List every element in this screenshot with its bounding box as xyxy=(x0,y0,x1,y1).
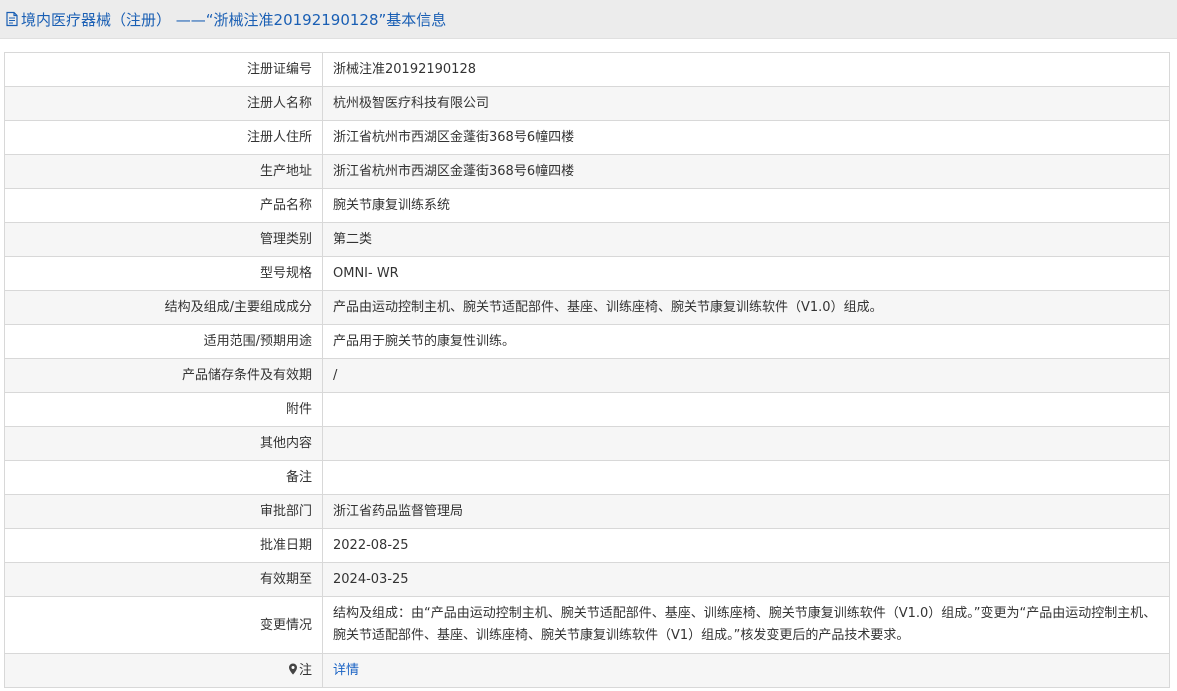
row-label: 适用范围/预期用途 xyxy=(4,324,323,359)
row-label: 附件 xyxy=(4,392,323,427)
table-row: 产品储存条件及有效期 / xyxy=(4,358,1170,393)
table-row: 生产地址 浙江省杭州市西湖区金蓬街368号6幢四楼 xyxy=(4,154,1170,189)
table-row-note: 注 详情 xyxy=(4,653,1170,688)
table-row: 批准日期 2022-08-25 xyxy=(4,528,1170,563)
table-row: 型号规格 OMNI- WR xyxy=(4,256,1170,291)
table-row: 注册证编号 浙械注准20192190128 xyxy=(4,52,1170,87)
document-icon xyxy=(4,11,20,27)
row-label: 结构及组成/主要组成成分 xyxy=(4,290,323,325)
row-label: 注册人住所 xyxy=(4,120,323,155)
row-value: 浙江省杭州市西湖区金蓬街368号6幢四楼 xyxy=(322,154,1170,189)
note-label-cell: 注 xyxy=(4,653,323,688)
page-header: 境内医疗器械（注册） ——“浙械注准20192190128”基本信息 xyxy=(0,0,1177,39)
row-label: 备注 xyxy=(4,460,323,495)
row-value: 2022-08-25 xyxy=(322,528,1170,563)
table-row: 附件 xyxy=(4,392,1170,427)
row-label: 注册证编号 xyxy=(4,52,323,87)
table-row: 产品名称 腕关节康复训练系统 xyxy=(4,188,1170,223)
pin-icon xyxy=(288,662,298,675)
row-value: 浙械注准20192190128 xyxy=(322,52,1170,87)
row-label: 产品名称 xyxy=(4,188,323,223)
row-value: 结构及组成：由“产品由运动控制主机、腕关节适配部件、基座、训练座椅、腕关节康复训… xyxy=(322,596,1170,654)
table-row: 变更情况 结构及组成：由“产品由运动控制主机、腕关节适配部件、基座、训练座椅、腕… xyxy=(4,596,1170,654)
note-value-cell: 详情 xyxy=(322,653,1170,688)
row-value xyxy=(322,460,1170,495)
table-row: 有效期至 2024-03-25 xyxy=(4,562,1170,597)
row-label: 其他内容 xyxy=(4,426,323,461)
row-label: 管理类别 xyxy=(4,222,323,257)
row-label: 注册人名称 xyxy=(4,86,323,121)
table-row: 适用范围/预期用途 产品用于腕关节的康复性训练。 xyxy=(4,324,1170,359)
row-label: 有效期至 xyxy=(4,562,323,597)
row-value xyxy=(322,426,1170,461)
row-value xyxy=(322,392,1170,427)
row-value: 浙江省杭州市西湖区金蓬街368号6幢四楼 xyxy=(322,120,1170,155)
table-row: 管理类别 第二类 xyxy=(4,222,1170,257)
row-label: 审批部门 xyxy=(4,494,323,529)
row-value: 腕关节康复训练系统 xyxy=(322,188,1170,223)
page-title: 境内医疗器械（注册） ——“浙械注准20192190128”基本信息 xyxy=(21,10,447,29)
row-value: 2024-03-25 xyxy=(322,562,1170,597)
table-row: 注册人名称 杭州极智医疗科技有限公司 xyxy=(4,86,1170,121)
table-row: 备注 xyxy=(4,460,1170,495)
row-value: 浙江省药品监督管理局 xyxy=(322,494,1170,529)
details-link[interactable]: 详情 xyxy=(333,663,359,678)
row-value: 第二类 xyxy=(322,222,1170,257)
table-row: 审批部门 浙江省药品监督管理局 xyxy=(4,494,1170,529)
table-row: 结构及组成/主要组成成分 产品由运动控制主机、腕关节适配部件、基座、训练座椅、腕… xyxy=(4,290,1170,325)
row-value: 产品由运动控制主机、腕关节适配部件、基座、训练座椅、腕关节康复训练软件（V1.0… xyxy=(322,290,1170,325)
row-value: 产品用于腕关节的康复性训练。 xyxy=(322,324,1170,359)
info-table: 注册证编号 浙械注准20192190128 注册人名称 杭州极智医疗科技有限公司… xyxy=(4,52,1170,688)
note-label: 注 xyxy=(298,663,312,678)
row-label: 生产地址 xyxy=(4,154,323,189)
row-value: / xyxy=(322,358,1170,393)
table-row: 其他内容 xyxy=(4,426,1170,461)
table-row: 注册人住所 浙江省杭州市西湖区金蓬街368号6幢四楼 xyxy=(4,120,1170,155)
row-value: 杭州极智医疗科技有限公司 xyxy=(322,86,1170,121)
row-label: 批准日期 xyxy=(4,528,323,563)
row-label: 型号规格 xyxy=(4,256,323,291)
row-label: 产品储存条件及有效期 xyxy=(4,358,323,393)
row-label: 变更情况 xyxy=(4,596,323,654)
row-value: OMNI- WR xyxy=(322,256,1170,291)
